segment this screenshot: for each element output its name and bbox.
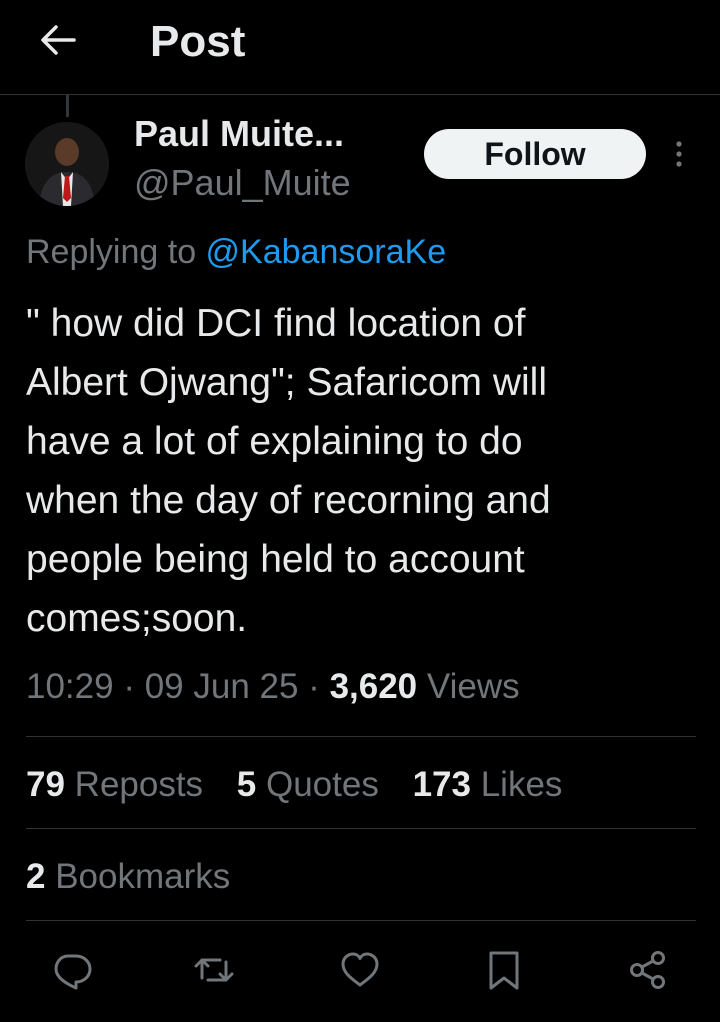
- post-meta: 10:29 · 09 Jun 25 · 3,620 Views: [26, 664, 520, 710]
- views-count: 3,620: [329, 667, 418, 706]
- quotes-count: 5: [236, 765, 257, 804]
- replying-to: Replying to @KabansoraKe: [26, 230, 446, 274]
- quotes-stat[interactable]: 5 Quotes: [237, 765, 379, 804]
- reply-icon[interactable]: [50, 948, 94, 992]
- thread-line: [66, 95, 69, 117]
- follow-button[interactable]: Follow: [424, 129, 646, 179]
- bookmarks-stat[interactable]: 2 Bookmarks: [26, 854, 230, 900]
- bookmarks-count: 2: [26, 857, 46, 896]
- likes-label: Likes: [470, 765, 563, 804]
- top-bar: Post: [0, 0, 720, 95]
- reply-mention-link[interactable]: @KabansoraKe: [206, 233, 447, 271]
- replying-prefix: Replying to: [26, 233, 206, 271]
- meta-separator: ·: [298, 667, 330, 706]
- post-date: 09 Jun 25: [144, 667, 299, 706]
- divider: [26, 920, 696, 921]
- heart-icon[interactable]: [338, 948, 382, 992]
- divider: [26, 736, 696, 737]
- repost-icon[interactable]: [192, 948, 236, 992]
- divider: [26, 828, 696, 829]
- likes-stat[interactable]: 173 Likes: [413, 765, 563, 804]
- arrow-left-icon[interactable]: [36, 18, 80, 62]
- reposts-stat[interactable]: 79 Reposts: [26, 765, 203, 804]
- post-time: 10:29: [26, 667, 114, 706]
- views-label: Views: [417, 667, 520, 706]
- share-icon[interactable]: [626, 948, 670, 992]
- quotes-label: Quotes: [256, 765, 379, 804]
- reposts-label: Reposts: [64, 765, 204, 804]
- meta-separator: ·: [113, 667, 145, 706]
- bookmarks-label: Bookmarks: [45, 857, 231, 896]
- bookmark-icon[interactable]: [482, 948, 526, 992]
- post-text: " how did DCI find location of Albert Oj…: [26, 302, 551, 640]
- page-title: Post: [150, 17, 246, 66]
- author-display-name[interactable]: Paul Muite...: [134, 112, 344, 156]
- author-handle[interactable]: @Paul_Muite: [134, 161, 351, 205]
- reposts-count: 79: [26, 765, 65, 804]
- more-vertical-icon[interactable]: [664, 138, 694, 172]
- engagement-stats: 79 Reposts 5 Quotes 173 Likes: [26, 762, 586, 808]
- likes-count: 173: [412, 765, 471, 804]
- avatar[interactable]: [25, 122, 109, 206]
